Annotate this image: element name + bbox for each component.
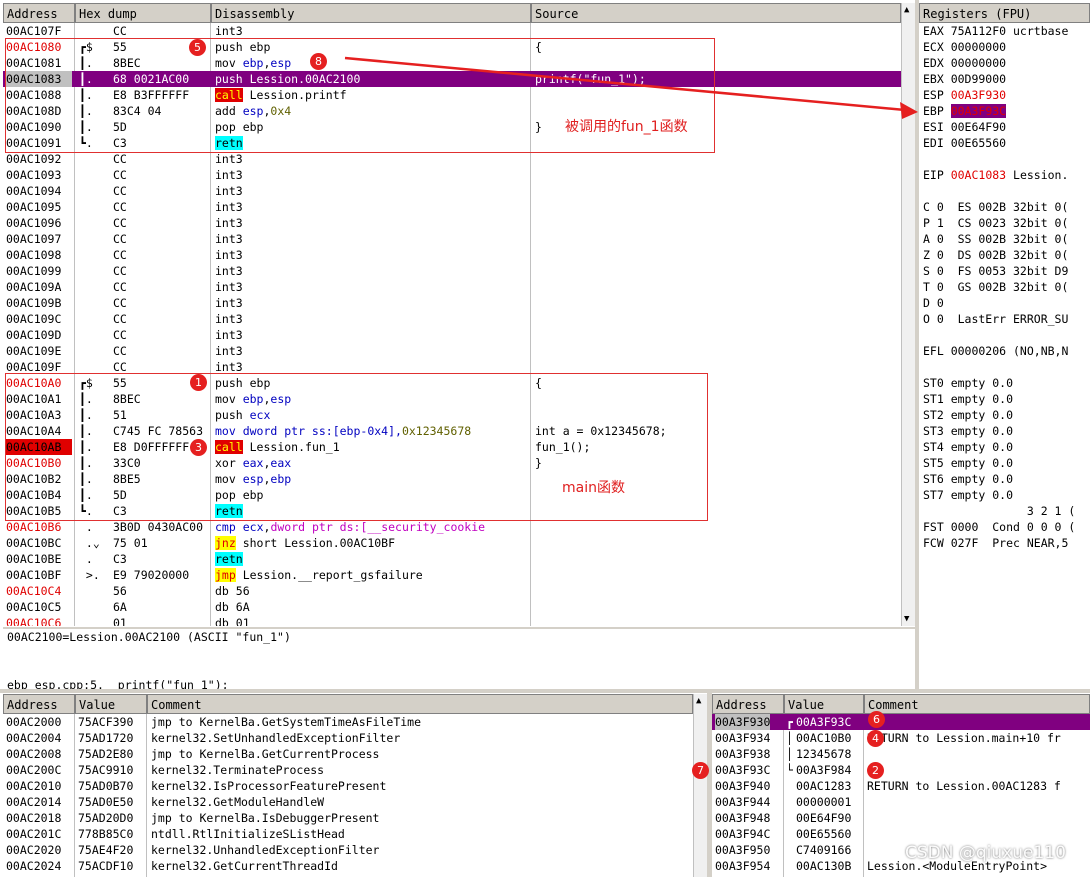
annotation-arrow: [344, 56, 918, 119]
step-badge-4: 4: [867, 730, 884, 747]
csdn-watermark: CSDN @qiuxue110: [905, 843, 1066, 863]
step-badge-1: 1: [190, 374, 207, 391]
step-badge-6: 6: [868, 711, 885, 728]
step-badge-3: 3: [190, 439, 207, 456]
step-badge-7: 7: [692, 762, 709, 779]
step-badge-5: 5: [189, 39, 206, 56]
step-badge-8: 8: [310, 53, 327, 70]
step-badge-2: 2: [867, 762, 884, 779]
